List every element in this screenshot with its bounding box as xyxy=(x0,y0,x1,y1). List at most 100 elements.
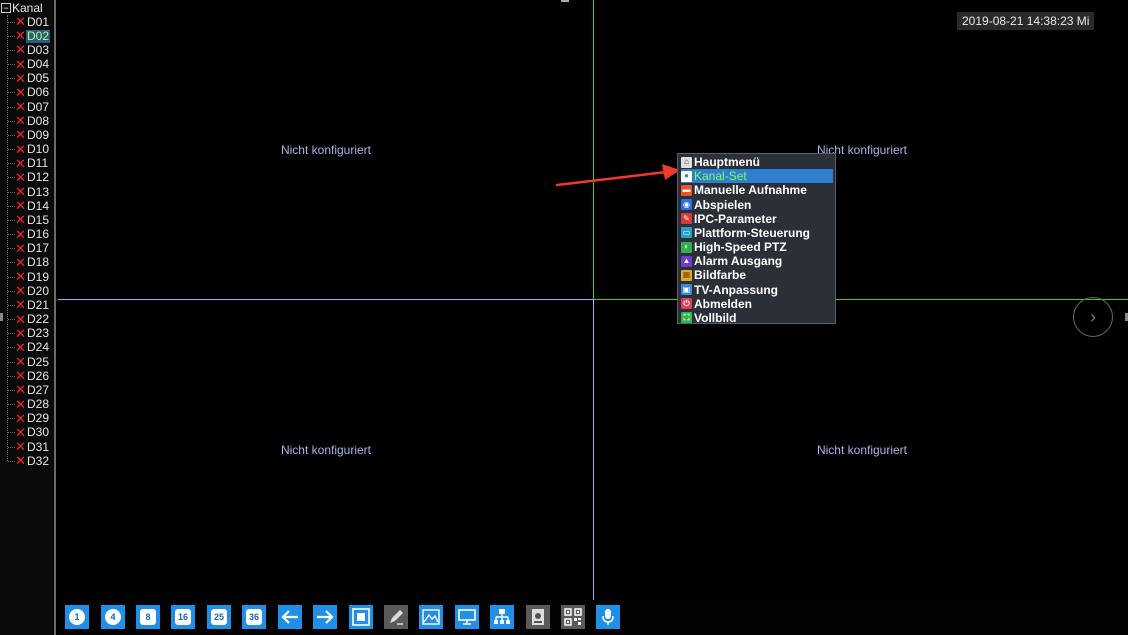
layout-25-button[interactable]: 25 xyxy=(207,605,231,629)
channel-item[interactable]: ✕ D12 xyxy=(8,171,50,185)
channel-item[interactable]: ✕ D32 xyxy=(8,454,50,468)
image-button[interactable] xyxy=(419,605,443,629)
alarm-icon: ▲ xyxy=(681,255,692,267)
menu-item[interactable]: ▦ Bildfarbe xyxy=(681,268,833,282)
channel-item[interactable]: ✕ D23 xyxy=(8,327,50,341)
disconnected-icon: ✕ xyxy=(15,56,26,72)
layout-16-button[interactable]: 16 xyxy=(171,605,195,629)
disconnected-icon: ✕ xyxy=(15,169,26,185)
channel-item[interactable]: ✕ D21 xyxy=(8,298,50,312)
cell-status-text: Nicht konfiguriert xyxy=(280,443,372,457)
channel-item[interactable]: ✕ D11 xyxy=(8,157,49,171)
channel-label: D08 xyxy=(27,113,50,128)
previous-button[interactable] xyxy=(278,605,302,629)
channel-item[interactable]: ✕ D24 xyxy=(8,341,50,355)
fullscreen-icon: ⛶ xyxy=(681,312,692,324)
disk-button[interactable] xyxy=(526,605,550,629)
record-icon: ▬ xyxy=(681,184,692,196)
disconnected-icon: ✕ xyxy=(15,28,26,44)
edit-icon xyxy=(390,610,403,625)
left-edge-handle[interactable] xyxy=(0,313,3,321)
channel-item[interactable]: ✕ D01 xyxy=(8,15,50,29)
menu-item[interactable]: ⛶ Vollbild xyxy=(681,311,833,325)
menu-item[interactable]: ▣ TV-Anpassung xyxy=(681,283,833,297)
layout-8-button[interactable]: 8 xyxy=(136,605,160,629)
menu-item[interactable]: ⌂ Hauptmenü xyxy=(681,155,833,169)
channel-item[interactable]: ✕ D09 xyxy=(8,128,50,142)
channel-label: D32 xyxy=(27,453,50,468)
channel-item[interactable]: ✕ D27 xyxy=(8,383,50,397)
collapse-icon[interactable]: − xyxy=(1,3,11,13)
menu-item[interactable]: ⏻ Abmelden xyxy=(681,297,833,311)
menu-item[interactable]: ✎ IPC-Parameter xyxy=(681,212,833,226)
channel-item[interactable]: ✕ D31 xyxy=(8,440,50,454)
microphone-button[interactable] xyxy=(596,605,620,629)
bottom-toolbar: 1 4 8 16 25 36 xyxy=(58,600,1128,635)
menu-item[interactable]: ▬ Manuelle Aufnahme xyxy=(681,183,833,197)
channel-item[interactable]: ✕ D02 xyxy=(8,28,51,44)
channel-label: D29 xyxy=(27,411,50,426)
disconnected-icon: ✕ xyxy=(15,424,26,440)
tree-root[interactable]: − Kanal xyxy=(1,1,43,15)
layout-1-button[interactable]: 1 xyxy=(65,605,89,629)
menu-item[interactable]: ▭ Plattform-Steuerung xyxy=(681,226,833,240)
power-icon: ⏻ xyxy=(681,298,692,310)
menu-item[interactable]: ● Kanal-Set xyxy=(681,169,833,184)
menu-item-label: Abspielen xyxy=(694,197,752,212)
platform-control-icon: ▭ xyxy=(681,227,692,239)
next-page-button[interactable]: › xyxy=(1073,297,1113,337)
next-arrow-icon xyxy=(317,610,334,624)
channel-item[interactable]: ✕ D06 xyxy=(8,86,50,100)
channel-item[interactable]: ✕ D29 xyxy=(8,412,50,426)
image-icon xyxy=(422,609,440,625)
top-edge-handle[interactable] xyxy=(561,0,569,2)
channel-label: D16 xyxy=(27,227,50,242)
monitor-icon xyxy=(458,609,476,625)
network-button[interactable] xyxy=(490,605,514,629)
channel-item[interactable]: ✕ D30 xyxy=(8,426,50,440)
disconnected-icon: ✕ xyxy=(15,141,26,157)
layout-4-button[interactable]: 4 xyxy=(101,605,125,629)
monitor-button[interactable] xyxy=(455,605,479,629)
qr-code-button[interactable] xyxy=(561,605,585,629)
channel-item[interactable]: ✕ D14 xyxy=(8,199,50,213)
channel-item[interactable]: ✕ D15 xyxy=(8,213,50,227)
channel-item[interactable]: ✕ D04 xyxy=(8,58,50,72)
channel-item[interactable]: ✕ D10 xyxy=(8,143,50,157)
tree-branch-line xyxy=(8,404,15,406)
channel-item[interactable]: ✕ D08 xyxy=(8,114,50,128)
disconnected-icon: ✕ xyxy=(15,311,26,327)
channel-label: D07 xyxy=(27,99,50,114)
channel-item[interactable]: ✕ D05 xyxy=(8,72,50,86)
channel-item[interactable]: ✕ D26 xyxy=(8,369,50,383)
network-icon xyxy=(494,609,510,624)
channel-item[interactable]: ✕ D25 xyxy=(8,355,50,369)
channel-item[interactable]: ✕ D19 xyxy=(8,270,50,284)
disconnected-icon: ✕ xyxy=(15,113,26,129)
menu-item[interactable]: ▲ Alarm Ausgang xyxy=(681,254,833,268)
disconnected-icon: ✕ xyxy=(15,283,26,299)
channel-item[interactable]: ✕ D03 xyxy=(8,43,50,57)
ptz-icon: ◐ xyxy=(681,241,692,253)
menu-item[interactable]: ◐ High-Speed PTZ xyxy=(681,240,833,254)
menu-item[interactable]: ◉ Abspielen xyxy=(681,198,833,212)
channel-item[interactable]: ✕ D17 xyxy=(8,242,50,256)
channel-item[interactable]: ✕ D13 xyxy=(8,185,50,199)
tree-branch-line xyxy=(8,418,15,420)
disconnected-icon: ✕ xyxy=(15,84,26,100)
next-button[interactable] xyxy=(313,605,337,629)
disconnected-icon: ✕ xyxy=(15,70,26,86)
single-view-button[interactable] xyxy=(349,605,373,629)
channel-item[interactable]: ✕ D18 xyxy=(8,256,50,270)
menu-item-label: TV-Anpassung xyxy=(694,282,779,297)
menu-item-label: Bildfarbe xyxy=(694,268,747,283)
channel-item[interactable]: ✕ D16 xyxy=(8,228,50,242)
channel-item[interactable]: ✕ D20 xyxy=(8,284,50,298)
channel-item[interactable]: ✕ D22 xyxy=(8,313,50,327)
channel-item[interactable]: ✕ D28 xyxy=(8,398,50,412)
layout-36-button[interactable]: 36 xyxy=(242,605,266,629)
edit-button[interactable] xyxy=(384,605,408,629)
disconnected-icon: ✕ xyxy=(15,325,26,341)
channel-item[interactable]: ✕ D07 xyxy=(8,100,50,114)
channel-label: D11 xyxy=(27,156,49,171)
